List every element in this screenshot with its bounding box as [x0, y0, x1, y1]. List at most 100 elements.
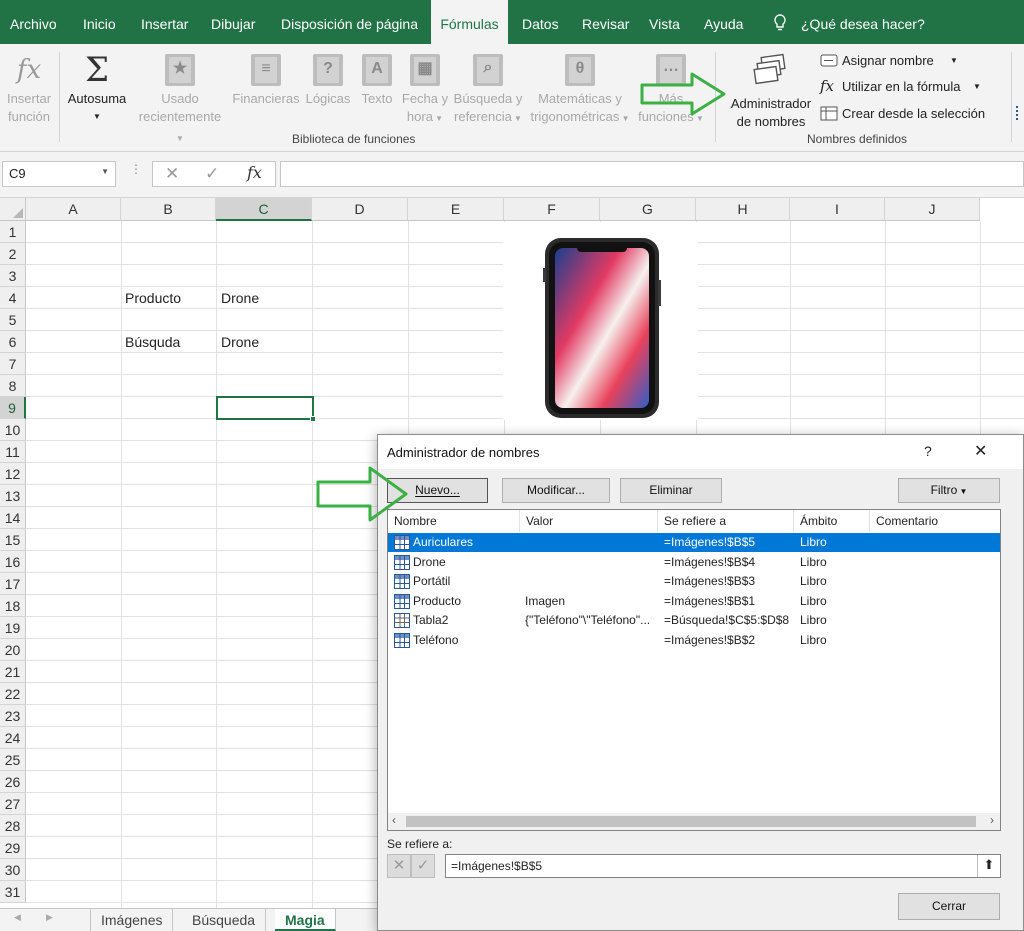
close-button[interactable]: Cerrar [898, 893, 1000, 920]
row-header-9[interactable]: 9 [0, 397, 26, 419]
row-header-8[interactable]: 8 [0, 375, 26, 397]
column-header-d[interactable]: D [312, 198, 408, 221]
tab-inicio[interactable]: Inicio [83, 0, 116, 44]
name-list-row[interactable]: Teléfono =Imágenes!$B$2 Libro [388, 631, 1000, 650]
row-header-3[interactable]: 3 [0, 265, 26, 287]
row-header-11[interactable]: 11 [0, 441, 26, 463]
cell-b6[interactable]: Búsquda [125, 331, 180, 353]
row-header-4[interactable]: 4 [0, 287, 26, 309]
row-header-26[interactable]: 26 [0, 771, 26, 793]
name-list-row[interactable]: Portátil =Imágenes!$B$3 Libro [388, 572, 1000, 591]
horizontal-scrollbar[interactable]: ‹ › [388, 813, 1000, 830]
logical-button[interactable]: ? Lógicas [302, 54, 354, 108]
sheet-tab-busqueda[interactable]: Búsqueda [182, 909, 267, 931]
tab-disposicion[interactable]: Disposición de página [281, 0, 418, 44]
drag-handle-icon[interactable]: ⋮ [130, 163, 142, 175]
filter-button[interactable]: Filtro ▼ [898, 478, 1000, 503]
row-header-1[interactable]: 1 [0, 221, 26, 243]
enter-check-icon[interactable]: ✓ [205, 164, 219, 184]
tab-insertar[interactable]: Insertar [141, 0, 188, 44]
use-in-formula-button[interactable]: fx Utilizar en la fórmula ▼ [820, 77, 1020, 97]
select-all-corner[interactable] [0, 198, 26, 221]
formula-input[interactable] [280, 161, 1024, 187]
row-header-24[interactable]: 24 [0, 727, 26, 749]
row-header-31[interactable]: 31 [0, 881, 26, 903]
tab-formulas[interactable]: Fórmulas [431, 0, 508, 45]
financial-button[interactable]: ≡ Financieras [231, 54, 301, 108]
column-header-i[interactable]: I [790, 198, 885, 221]
scroll-thumb[interactable] [406, 816, 976, 827]
row-header-14[interactable]: 14 [0, 507, 26, 529]
create-from-selection-button[interactable]: Crear desde la selección [820, 104, 1020, 124]
column-header-comentario[interactable]: Comentario [870, 510, 1000, 532]
tab-vista[interactable]: Vista [649, 0, 680, 44]
row-header-30[interactable]: 30 [0, 859, 26, 881]
delete-button[interactable]: Eliminar [620, 478, 722, 503]
scroll-left-icon[interactable]: ‹ [392, 813, 396, 827]
datetime-button[interactable]: ▦ Fecha y hora ▼ [400, 54, 450, 128]
row-header-17[interactable]: 17 [0, 573, 26, 595]
row-header-22[interactable]: 22 [0, 683, 26, 705]
column-header-ambito[interactable]: Ámbito [794, 510, 870, 532]
autosum-button[interactable]: Σ Autosuma ▼ [64, 52, 130, 126]
row-header-13[interactable]: 13 [0, 485, 26, 507]
confirm-edit-icon[interactable]: ✓ [411, 854, 435, 878]
column-header-g[interactable]: G [600, 198, 696, 221]
tab-ayuda[interactable]: Ayuda [704, 0, 743, 44]
edit-button[interactable]: Modificar... [502, 478, 610, 503]
row-header-27[interactable]: 27 [0, 793, 26, 815]
row-header-23[interactable]: 23 [0, 705, 26, 727]
names-list[interactable]: Nombre Valor Se refiere a Ámbito Comenta… [387, 509, 1001, 831]
insert-function-fx-icon[interactable]: fx [247, 163, 262, 182]
row-header-21[interactable]: 21 [0, 661, 26, 683]
define-name-button[interactable]: Asignar nombre ▼ [820, 51, 1020, 71]
scroll-right-icon[interactable]: ▶ [46, 912, 53, 923]
row-header-28[interactable]: 28 [0, 815, 26, 837]
tab-dibujar[interactable]: Dibujar [211, 0, 255, 44]
insert-function-button[interactable]: fx Insertar función [4, 54, 54, 126]
recently-used-button[interactable]: ★ Usado recientemente ▼ [134, 54, 226, 148]
collapse-dialog-icon[interactable]: ⬆ [977, 855, 1000, 877]
column-header-a[interactable]: A [26, 198, 121, 221]
text-functions-button[interactable]: A Texto [356, 54, 398, 108]
column-header-j[interactable]: J [885, 198, 980, 221]
column-header-c[interactable]: C [216, 198, 312, 221]
phone-image[interactable] [503, 222, 698, 420]
row-header-20[interactable]: 20 [0, 639, 26, 661]
row-header-25[interactable]: 25 [0, 749, 26, 771]
name-list-row[interactable]: Tabla2 {"Teléfono"\"Teléfono"... =Búsqueda… [388, 611, 1000, 630]
sheet-tab-imagenes[interactable]: Imágenes [90, 909, 174, 931]
math-button[interactable]: θ Matemáticas y trigonométricas ▼ [526, 54, 634, 128]
row-header-16[interactable]: 16 [0, 551, 26, 573]
name-manager-button[interactable]: Administrador de nombres [722, 52, 820, 131]
row-header-6[interactable]: 6 [0, 331, 26, 353]
tab-datos[interactable]: Datos [522, 0, 559, 44]
column-header-b[interactable]: B [121, 198, 216, 221]
cancel-edit-icon[interactable]: ✕ [387, 854, 411, 878]
name-list-row[interactable]: Auriculares =Imágenes!$B$5 Libro [388, 533, 1000, 552]
cell-c4[interactable]: Drone [221, 287, 259, 309]
help-button[interactable]: ? [924, 443, 932, 459]
row-header-10[interactable]: 10 [0, 419, 26, 441]
column-header-f[interactable]: F [504, 198, 600, 221]
name-list-row[interactable]: Drone =Imágenes!$B$4 Libro [388, 553, 1000, 572]
selected-cell-c9[interactable] [216, 396, 316, 422]
row-header-19[interactable]: 19 [0, 617, 26, 639]
tell-me-search[interactable]: ¿Qué desea hacer? [801, 0, 925, 44]
cancel-icon[interactable]: ✕ [165, 164, 179, 184]
scroll-left-icon[interactable]: ◀ [14, 912, 21, 923]
row-header-29[interactable]: 29 [0, 837, 26, 859]
name-list-row[interactable]: Producto Imagen =Imágenes!$B$1 Libro [388, 592, 1000, 611]
row-header-18[interactable]: 18 [0, 595, 26, 617]
lookup-button[interactable]: ⌕ Búsqueda y referencia ▼ [450, 54, 526, 128]
row-header-2[interactable]: 2 [0, 243, 26, 265]
fill-handle[interactable] [310, 416, 316, 422]
close-icon[interactable]: ✕ [974, 441, 987, 461]
chevron-down-icon[interactable]: ▼ [101, 167, 109, 176]
row-header-15[interactable]: 15 [0, 529, 26, 551]
row-header-7[interactable]: 7 [0, 353, 26, 375]
row-header-5[interactable]: 5 [0, 309, 26, 331]
scroll-right-icon[interactable]: › [990, 813, 994, 827]
row-header-12[interactable]: 12 [0, 463, 26, 485]
column-header-h[interactable]: H [696, 198, 790, 221]
